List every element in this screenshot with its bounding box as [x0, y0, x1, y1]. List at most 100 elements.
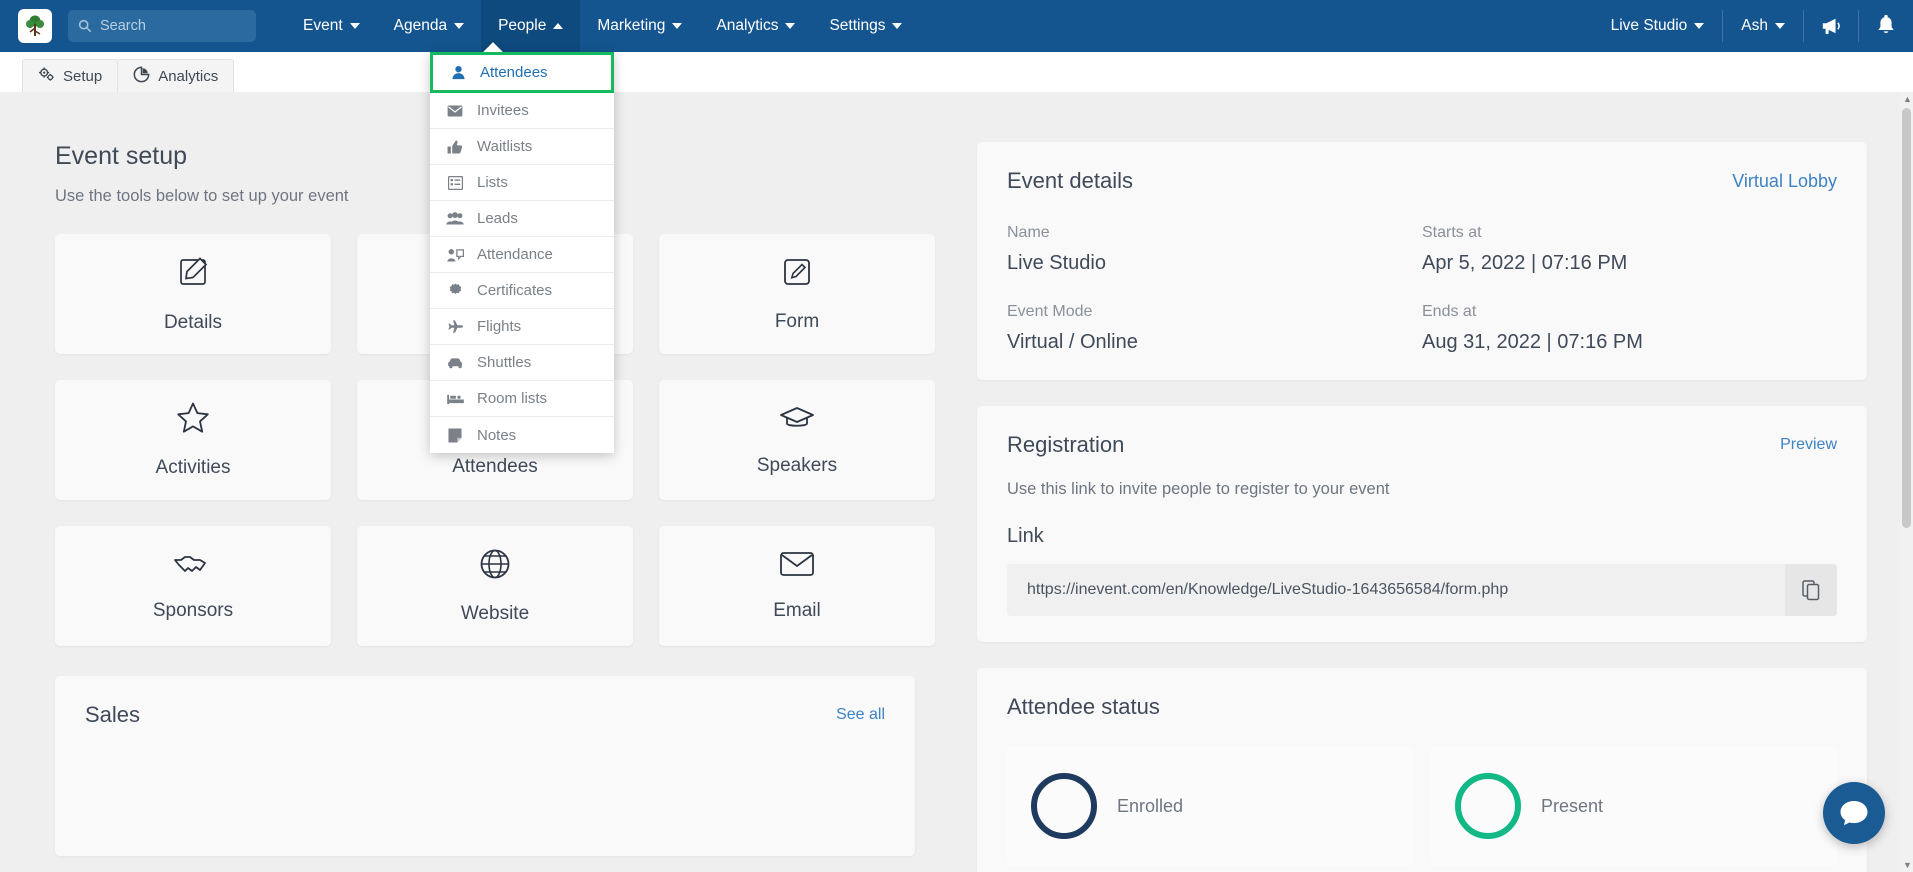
chevron-up-icon [553, 23, 564, 29]
nav-item-marketing[interactable]: Marketing [580, 0, 699, 52]
menu-item-room-lists[interactable]: Room lists [430, 381, 614, 417]
status-card-enrolled: Enrolled [1007, 746, 1413, 866]
setup-tile-details[interactable]: Details [55, 234, 331, 354]
envelope-icon [779, 550, 815, 582]
attendee-status-title: Attendee status [1007, 694, 1160, 719]
menu-item-label: Room lists [477, 390, 548, 407]
sales-title: Sales [85, 702, 141, 727]
nav-right-group: Live Studio Ash [1593, 0, 1913, 52]
chevron-down-icon [785, 23, 796, 29]
registration-url-row: https://inevent.com/en/Knowledge/LiveStu… [1007, 564, 1837, 616]
menu-item-label: Shuttles [477, 354, 532, 371]
detail-label: Ends at [1422, 303, 1477, 320]
section-tab-strip: Setup Analytics [0, 52, 1913, 92]
event-details-panel: Event details Virtual Lobby Name Live St… [977, 142, 1867, 380]
attendee-status-cards: Enrolled Present [1007, 746, 1837, 866]
tile-label: Email [773, 600, 821, 621]
nav-label: Settings [829, 17, 886, 34]
graduation-cap-icon [779, 404, 815, 437]
nav-item-settings[interactable]: Settings [812, 0, 919, 52]
menu-item-label: Flights [477, 318, 522, 335]
menu-item-notes[interactable]: Notes [430, 417, 614, 453]
nav-label: Agenda [393, 17, 448, 34]
tab-label: Analytics [158, 67, 219, 85]
menu-item-label: Attendees [480, 64, 548, 81]
list-icon [446, 175, 464, 190]
event-switcher-label: Live Studio [1610, 17, 1688, 34]
setup-tile-email[interactable]: Email [659, 526, 935, 646]
megaphone-icon[interactable] [1804, 0, 1858, 52]
vertical-scrollbar[interactable]: ▲ ▼ [1900, 92, 1913, 872]
search-input[interactable] [100, 18, 240, 34]
sales-see-all-link[interactable]: See all [836, 706, 885, 724]
note-icon [446, 428, 464, 443]
search-icon [78, 19, 92, 33]
thumbs-up-icon [446, 139, 464, 154]
menu-item-flights[interactable]: Flights [430, 309, 614, 345]
detail-starts-at: Starts at Apr 5, 2022 | 07:16 PM [1422, 224, 1837, 275]
chevron-down-icon [892, 23, 903, 29]
pencil-square-icon [176, 255, 210, 294]
search-box[interactable] [68, 10, 256, 42]
menu-item-shuttles[interactable]: Shuttles [430, 345, 614, 381]
menu-item-attendance[interactable]: Attendance [430, 237, 614, 273]
nav-label: Event [303, 17, 343, 34]
copy-icon[interactable] [1785, 564, 1837, 616]
tab-setup[interactable]: Setup [22, 59, 119, 92]
registration-link-label: Link [1007, 525, 1044, 547]
gears-icon [38, 66, 55, 86]
registration-title: Registration [1007, 432, 1125, 457]
scroll-thumb[interactable] [1902, 108, 1911, 528]
registration-url[interactable]: https://inevent.com/en/Knowledge/LiveStu… [1027, 581, 1508, 599]
setup-tile-form[interactable]: Form [659, 234, 935, 354]
scroll-up-arrow[interactable]: ▲ [1903, 94, 1912, 104]
support-chat-button[interactable] [1823, 782, 1885, 844]
bell-icon[interactable] [1859, 0, 1913, 52]
menu-item-attendees[interactable]: Attendees [430, 52, 614, 93]
event-details-grid: Name Live Studio Event Mode Virtual / On… [1007, 224, 1837, 354]
nav-item-event[interactable]: Event [286, 0, 377, 52]
detail-event-mode: Event Mode Virtual / Online [1007, 303, 1422, 354]
scroll-down-arrow[interactable]: ▼ [1903, 860, 1912, 870]
detail-value: Live Studio [1007, 252, 1106, 274]
tile-label: Speakers [756, 454, 838, 476]
event-switcher[interactable]: Live Studio [1593, 0, 1723, 52]
status-label: Enrolled [1117, 795, 1184, 816]
menu-item-label: Attendance [477, 246, 553, 263]
setup-tile-activities[interactable]: Activities [55, 380, 331, 500]
airplane-icon [446, 319, 464, 334]
nav-item-analytics[interactable]: Analytics [699, 0, 812, 52]
envelope-icon [446, 104, 464, 117]
menu-item-certificates[interactable]: Certificates [430, 273, 614, 309]
nav-label: Analytics [716, 17, 779, 34]
preview-link[interactable]: Preview [1780, 436, 1837, 454]
pie-chart-icon [133, 66, 150, 87]
main-content: Event setup Use the tools below to set u… [0, 92, 1913, 872]
setup-tile-speakers[interactable]: Speakers [659, 380, 935, 500]
car-icon [446, 357, 464, 369]
tab-analytics[interactable]: Analytics [117, 59, 235, 92]
status-card-present: Present [1431, 746, 1837, 866]
menu-item-lists[interactable]: Lists [430, 165, 614, 201]
tree-logo-icon[interactable] [18, 9, 52, 43]
setup-tile-website[interactable]: Website [357, 526, 633, 646]
menu-item-leads[interactable]: Leads [430, 201, 614, 237]
nav-item-agenda[interactable]: Agenda [377, 0, 481, 52]
tile-label: Activities [155, 457, 231, 478]
donut-chart-enrolled [1031, 773, 1097, 839]
virtual-lobby-link[interactable]: Virtual Lobby [1732, 171, 1837, 192]
status-label: Present [1541, 795, 1604, 816]
detail-label: Starts at [1422, 224, 1482, 241]
chevron-down-icon [349, 23, 360, 29]
menu-item-label: Notes [477, 426, 517, 444]
menu-item-label: Waitlists [477, 138, 533, 155]
menu-item-waitlists[interactable]: Waitlists [430, 129, 614, 165]
sales-card: Sales See all [55, 676, 915, 856]
tile-label: Website [460, 602, 530, 624]
setup-tile-sponsors[interactable]: Sponsors [55, 526, 331, 646]
globe-icon [479, 548, 511, 585]
tile-label: Details [163, 311, 223, 333]
user-menu[interactable]: Ash [1723, 0, 1803, 52]
star-icon [176, 401, 210, 439]
menu-item-invitees[interactable]: Invitees [430, 93, 614, 129]
